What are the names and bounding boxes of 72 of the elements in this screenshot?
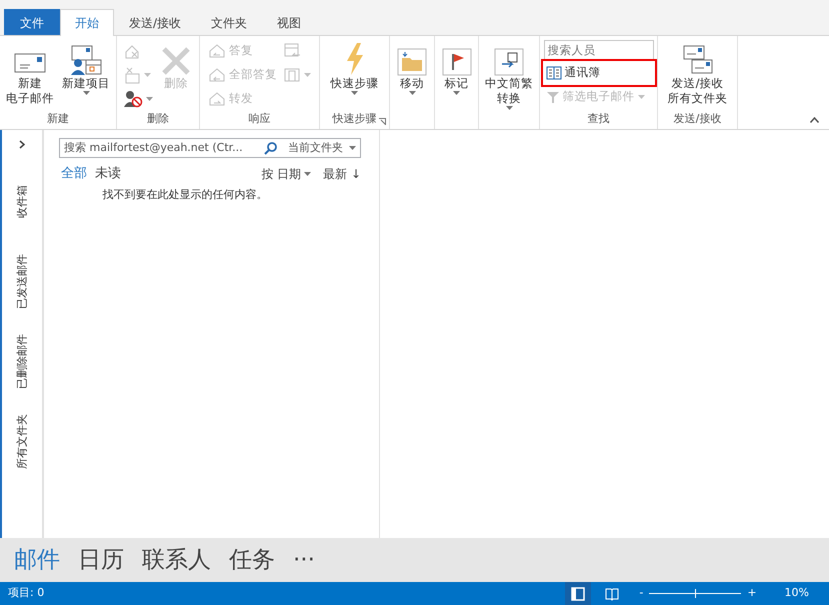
ribbon-button[interactable]: 发送/接收 所有文件夹 xyxy=(664,38,730,111)
junk-mail-icon xyxy=(123,66,141,84)
group-label: 发送/接收 xyxy=(674,112,722,125)
ribbon-button[interactable]: 新建 电子邮件 xyxy=(3,38,57,111)
view-button[interactable] xyxy=(565,582,592,605)
folder-icon xyxy=(397,48,427,76)
new-items-icon xyxy=(69,44,103,76)
chevron-icon xyxy=(19,140,25,149)
caret-icon xyxy=(146,97,153,101)
zoom-level: 10% xyxy=(784,585,809,602)
reply-icon xyxy=(208,43,226,59)
caret-icon xyxy=(349,146,356,150)
caret-icon xyxy=(82,90,90,95)
caret-icon xyxy=(506,106,512,110)
caret-icon xyxy=(144,73,151,77)
caret-icon xyxy=(304,172,312,176)
folder-item[interactable]: 已发送邮件 xyxy=(14,246,30,316)
caret-icon xyxy=(453,90,460,95)
normal-view-icon xyxy=(571,586,586,600)
nav-tab[interactable]: ··· xyxy=(293,542,315,578)
chinese-conversion-icon xyxy=(494,48,524,76)
filter-tab[interactable]: 未读 xyxy=(93,164,127,184)
sort-order-button[interactable]: 最新 ↓ xyxy=(323,164,361,183)
file-tab[interactable]: 文件 xyxy=(4,9,60,35)
ribbon-button[interactable]: 标记 xyxy=(438,38,474,111)
toolbar-icon-button[interactable] xyxy=(121,88,155,110)
flag-icon xyxy=(442,48,472,76)
item-count: 项目: 0 xyxy=(8,585,44,602)
blocked-person-icon xyxy=(123,90,143,108)
nav-tab[interactable]: 日历 xyxy=(78,542,124,578)
ribbon-tab[interactable]: 发送/接收 xyxy=(114,9,196,35)
search-field[interactable]: 搜索 mailfortest@yeah.net (Ctr... 当前文件夹 xyxy=(59,138,361,158)
ribbon-button[interactable]: 通讯簿 xyxy=(544,62,654,84)
group-label: 删除 xyxy=(147,112,169,125)
caret-icon xyxy=(304,73,311,77)
send-receive-icon xyxy=(682,44,714,76)
nav-tab[interactable]: 任务 xyxy=(229,542,275,578)
more-actions-icon xyxy=(283,66,301,84)
scope-dropdown[interactable]: 当前文件夹 xyxy=(284,140,360,156)
folder-item[interactable]: 收件箱 xyxy=(14,166,30,236)
zoom-in-button[interactable]: + xyxy=(747,585,757,602)
nav-tab[interactable]: 邮件 xyxy=(14,542,60,578)
search-icon xyxy=(264,141,278,155)
empty-message: 找不到要在此处显示的任何内容。 xyxy=(102,186,268,202)
folder-item[interactable]: 所有文件夹 xyxy=(14,406,30,476)
filter-tab[interactable]: 全部 xyxy=(59,164,93,184)
sort-dropdown[interactable]: 按 日期 xyxy=(261,164,312,183)
ribbon-tab[interactable]: 文件夹 xyxy=(196,9,262,35)
caret-icon xyxy=(638,95,644,99)
group-label: 快速步骤 xyxy=(332,112,376,125)
ribbon-button[interactable]: 中文简繁 转换 xyxy=(482,38,536,112)
group-label: 响应 xyxy=(248,112,270,125)
address-book-icon xyxy=(546,66,562,80)
forward-icon xyxy=(208,91,226,107)
folder-item[interactable]: 已删除邮件 xyxy=(14,326,30,396)
reply-all-icon xyxy=(208,67,226,83)
ribbon-button[interactable]: 移动 xyxy=(394,38,430,111)
ribbon-tab[interactable]: 视图 xyxy=(262,9,316,35)
caret-icon xyxy=(408,90,416,95)
group-label: 查找 xyxy=(588,112,610,125)
ribbon-tab[interactable]: 开始 xyxy=(60,9,114,36)
reading-view-icon xyxy=(605,586,620,600)
zoom-out-button[interactable]: - xyxy=(639,585,644,602)
ribbon-button[interactable]: 快速步骤 xyxy=(328,38,382,111)
caret-icon xyxy=(351,90,358,95)
nav-tab[interactable]: 联系人 xyxy=(142,542,211,578)
group-label: 新建 xyxy=(47,112,69,125)
collapse-ribbon-icon xyxy=(810,117,819,123)
search-people-field[interactable]: 搜索人员 xyxy=(544,40,654,60)
delete-icon xyxy=(160,46,192,76)
ribbon-button[interactable]: 新建项目 xyxy=(59,38,113,111)
filter-icon xyxy=(546,90,560,104)
